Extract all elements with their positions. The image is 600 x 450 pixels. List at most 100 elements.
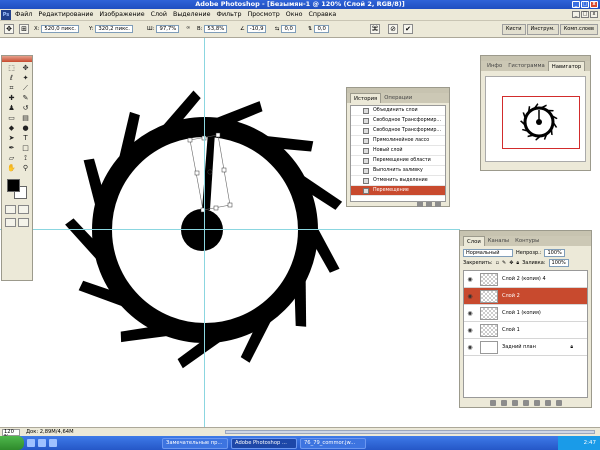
new-layer-icon[interactable] [544, 400, 551, 406]
taskbar-button[interactable]: 76_79_commor.jw... [300, 437, 366, 449]
navigator-view-box[interactable] [502, 96, 580, 149]
path-selection-tool-icon[interactable]: ➤ [5, 134, 18, 143]
screen-mode-standard-button[interactable] [5, 218, 16, 227]
menu-image[interactable]: Изображение [96, 9, 147, 21]
menu-select[interactable]: Выделение [170, 9, 214, 21]
new-snapshot-icon[interactable] [426, 202, 432, 207]
magic-wand-tool-icon[interactable]: ✦ [19, 74, 32, 83]
layer-row[interactable]: ◉ Слой 2 (копия) 4 [464, 271, 587, 288]
doc-minimize-button[interactable]: _ [572, 11, 580, 18]
history-item[interactable]: Свободное Трансформир... [351, 126, 445, 136]
fill-field[interactable]: 100% [548, 259, 569, 267]
history-item[interactable]: Объединить слои [351, 106, 445, 116]
horizontal-guide[interactable] [0, 229, 460, 230]
reference-point-icon[interactable]: ⊞ [19, 24, 29, 34]
taskbar-button[interactable]: Замечательные пр... [162, 437, 228, 449]
warp-icon[interactable]: ⌘ [370, 24, 380, 34]
eyedropper-tool-icon[interactable]: ⟟ [19, 154, 32, 163]
quick-launch-icon[interactable] [38, 439, 46, 447]
layer-mask-icon[interactable] [511, 400, 518, 406]
delete-state-icon[interactable] [435, 202, 441, 207]
x-position-field[interactable]: 520,0 пикс. [41, 25, 79, 33]
taskbar-button-active[interactable]: Adobe Photoshop ... [231, 437, 297, 449]
standard-mode-button[interactable] [5, 205, 16, 214]
vskew-field[interactable]: 0,0 [314, 25, 329, 33]
eye-icon[interactable]: ◉ [466, 322, 474, 339]
new-document-from-state-icon[interactable] [417, 202, 423, 207]
layer-row[interactable]: ◉ Слой 1 (копия) [464, 305, 587, 322]
move-tool-icon[interactable]: ✥ [19, 64, 32, 73]
transform-handle[interactable] [227, 202, 233, 208]
history-item[interactable]: Новый слой [351, 146, 445, 156]
lock-paint-icon[interactable]: ✎ [502, 260, 506, 266]
screen-mode-full-button[interactable] [18, 218, 29, 227]
tab-history[interactable]: История [350, 93, 382, 103]
menu-filter[interactable]: Фильтр [214, 9, 245, 21]
tab-histogram[interactable]: Гистограмма [505, 61, 548, 71]
cancel-transform-icon[interactable]: ⊘ [388, 24, 398, 34]
tool-preset-icon[interactable]: ✥ [4, 24, 14, 34]
history-item[interactable]: Отменить выделение [351, 176, 445, 186]
layer-row[interactable]: ◉ Задний план 🔒︎ [464, 339, 587, 356]
transform-handle[interactable] [213, 205, 219, 211]
eye-icon[interactable]: ◉ [466, 305, 474, 322]
layer-row-selected[interactable]: ◉ Слой 2 [464, 288, 587, 305]
dodge-tool-icon[interactable]: ● [19, 124, 32, 133]
y-position-field[interactable]: 320,2 пикс. [95, 25, 133, 33]
tab-layers[interactable]: Слои [463, 236, 485, 246]
lasso-tool-icon[interactable]: ℓ [5, 74, 18, 83]
menu-view[interactable]: Просмотр [244, 9, 282, 21]
new-fill-layer-icon[interactable] [522, 400, 529, 406]
hskew-field[interactable]: 0,0 [281, 25, 296, 33]
palette-tool-presets-tab[interactable]: Инструм. [526, 24, 559, 35]
quick-launch-icon[interactable] [27, 439, 35, 447]
opacity-field[interactable]: 100% [544, 249, 565, 257]
new-group-icon[interactable] [533, 400, 540, 406]
eye-icon[interactable]: ◉ [466, 271, 474, 288]
transform-handle[interactable] [187, 137, 193, 143]
menu-layer[interactable]: Слой [148, 9, 170, 21]
height-field[interactable]: 53,8% [204, 25, 228, 33]
vertical-guide[interactable] [204, 38, 205, 427]
doc-close-button[interactable]: x [590, 11, 598, 18]
tab-actions[interactable]: Операции [381, 93, 415, 103]
angle-field[interactable]: -10,9 [246, 25, 267, 33]
start-button[interactable] [0, 436, 24, 450]
history-brush-tool-icon[interactable]: ↺ [19, 104, 32, 113]
history-item[interactable]: Прямолинейное лассо [351, 136, 445, 146]
tab-info[interactable]: Инфо [484, 61, 505, 71]
delete-layer-icon[interactable] [555, 400, 562, 406]
document-info[interactable]: Док: 2,89M/4,64M [26, 429, 74, 435]
history-item[interactable]: Свободное Трансформир... [351, 116, 445, 126]
layer-row[interactable]: ◉ Слой 1 [464, 322, 587, 339]
history-item-selected[interactable]: Перемещение [351, 186, 445, 196]
healing-brush-tool-icon[interactable]: ✚ [5, 94, 18, 103]
quick-launch-icon[interactable] [49, 439, 57, 447]
pen-tool-icon[interactable]: ✒ [5, 144, 18, 153]
link-layers-icon[interactable] [489, 400, 496, 406]
tab-channels[interactable]: Каналы [485, 236, 512, 246]
gradient-tool-icon[interactable]: ▤ [19, 114, 32, 123]
commit-transform-icon[interactable]: ✔ [403, 24, 413, 34]
foreground-color-swatch[interactable] [7, 179, 20, 192]
close-button[interactable]: x [590, 1, 598, 8]
menu-file[interactable]: Файл [12, 9, 35, 21]
history-item[interactable]: Перемещение области [351, 156, 445, 166]
palette-brushes-tab[interactable]: Кисти [501, 24, 526, 35]
lock-transparent-icon[interactable]: ▫ [496, 260, 499, 266]
menu-help[interactable]: Справка [306, 9, 340, 21]
transform-handle[interactable] [221, 167, 227, 173]
transform-handle[interactable] [215, 132, 221, 138]
quick-mask-mode-button[interactable] [18, 205, 29, 214]
hand-tool-icon[interactable]: ✋ [5, 164, 18, 173]
marquee-tool-icon[interactable]: ⬚ [5, 64, 18, 73]
horizontal-scrollbar[interactable] [225, 430, 595, 434]
navigator-preview[interactable] [485, 76, 586, 162]
zoom-tool-icon[interactable]: ⚲ [19, 164, 32, 173]
brush-tool-icon[interactable]: ✎ [19, 94, 32, 103]
shape-tool-icon[interactable]: □ [19, 144, 32, 153]
type-tool-icon[interactable]: T [19, 134, 32, 143]
menu-edit[interactable]: Редактирование [35, 9, 96, 21]
layer-style-icon[interactable] [500, 400, 507, 406]
history-item[interactable]: Выполнить заливку [351, 166, 445, 176]
